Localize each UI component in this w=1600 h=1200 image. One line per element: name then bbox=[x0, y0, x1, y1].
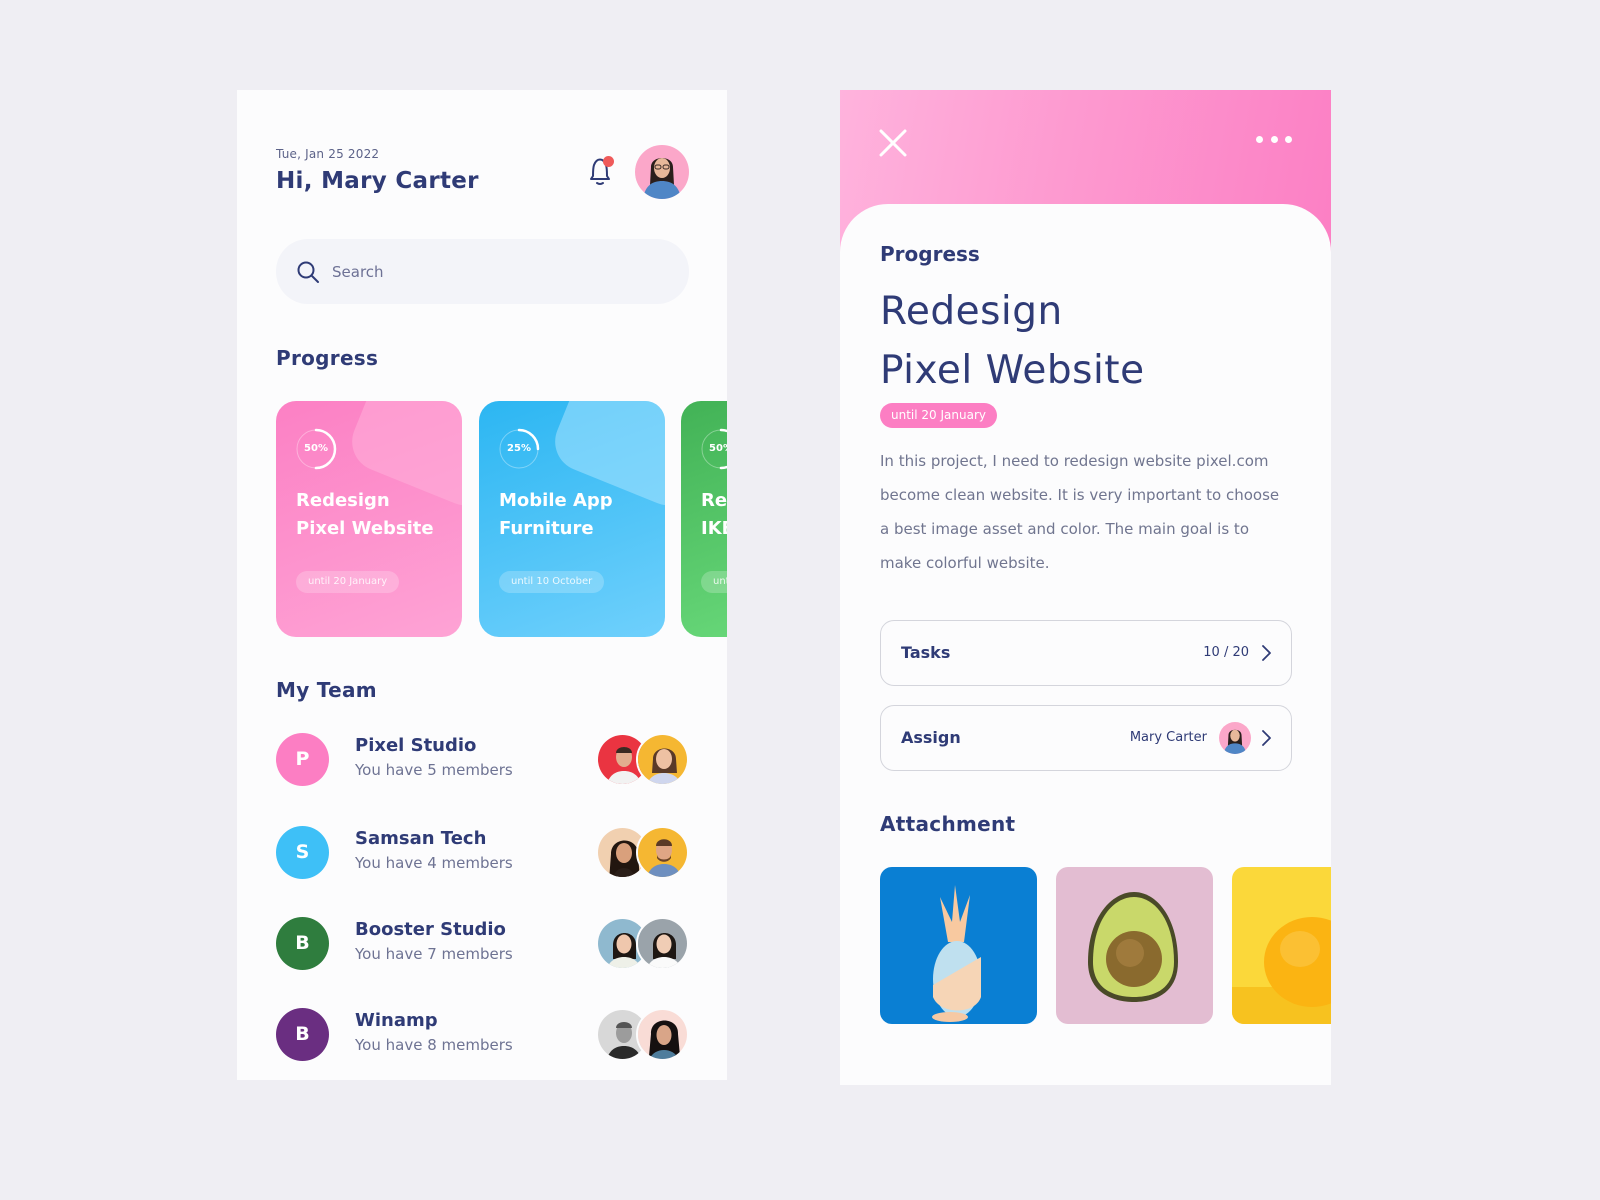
team-name: Winamp bbox=[355, 1010, 438, 1031]
team-member-avatars bbox=[596, 917, 689, 970]
progress-percent: 25% bbox=[507, 443, 531, 454]
progress-section-title: Progress bbox=[276, 346, 379, 370]
team-members-count: You have 5 members bbox=[355, 761, 513, 779]
current-date: Tue, Jan 25 2022 bbox=[276, 147, 380, 161]
avatar-woman-icon bbox=[635, 145, 689, 199]
attachment-lemon[interactable] bbox=[1232, 867, 1331, 1024]
team-initial-badge: B bbox=[276, 1008, 329, 1061]
user-avatar[interactable] bbox=[635, 145, 689, 199]
assign-row[interactable]: Assign Mary Carter bbox=[880, 705, 1292, 771]
team-item[interactable]: S Samsan Tech You have 4 members bbox=[276, 826, 689, 882]
due-badge: until bbox=[701, 571, 727, 593]
project-description: In this project, I need to redesign webs… bbox=[880, 452, 1280, 572]
team-member-avatars bbox=[596, 1008, 689, 1061]
due-badge: until 20 January bbox=[296, 571, 400, 593]
progress-percent: 50% bbox=[304, 443, 328, 454]
search-bar[interactable] bbox=[276, 239, 689, 304]
card-title: Mobile App Furniture bbox=[499, 490, 613, 539]
team-members-count: You have 7 members bbox=[355, 945, 513, 963]
close-icon bbox=[879, 129, 907, 157]
assignee-name: Mary Carter bbox=[1129, 730, 1207, 745]
team-initial-badge: S bbox=[276, 826, 329, 879]
team-name: Pixel Studio bbox=[355, 735, 477, 756]
team-item[interactable]: B Booster Studio You have 7 members bbox=[276, 917, 689, 973]
pineapple-image bbox=[880, 867, 1037, 1024]
tasks-count: 10 / 20 bbox=[1203, 645, 1249, 660]
more-dot bbox=[1270, 135, 1278, 143]
more-horizontal-icon bbox=[1256, 135, 1263, 143]
team-item[interactable]: P Pixel Studio You have 5 members bbox=[276, 733, 689, 789]
search-icon bbox=[297, 261, 319, 283]
search-input[interactable] bbox=[332, 262, 662, 281]
team-members-count: You have 4 members bbox=[355, 854, 513, 872]
home-screen: Tue, Jan 25 2022 Hi, Mary Carter Progres… bbox=[237, 90, 727, 1080]
team-member-avatars bbox=[596, 733, 689, 786]
more-dot bbox=[1285, 135, 1292, 143]
team-members-count: You have 8 members bbox=[355, 1036, 513, 1054]
greeting-title: Hi, Mary Carter bbox=[276, 168, 479, 194]
member-avatar bbox=[636, 1008, 689, 1061]
card-title: Redesign IKEA bbox=[701, 490, 727, 539]
team-initial-badge: P bbox=[276, 733, 329, 786]
assign-label: Assign bbox=[901, 728, 961, 747]
team-name: Booster Studio bbox=[355, 919, 506, 940]
team-name: Samsan Tech bbox=[355, 828, 487, 849]
progress-card[interactable]: 50% Redesign IKEA until bbox=[681, 401, 727, 637]
more-options-button[interactable] bbox=[1256, 132, 1292, 146]
card-title: Redesign Pixel Website bbox=[296, 490, 434, 539]
detail-section-label: Progress bbox=[880, 242, 980, 266]
lemon-image bbox=[1232, 867, 1331, 1024]
project-title: Redesign Pixel Website bbox=[880, 289, 1145, 393]
chevron-right-icon bbox=[1262, 645, 1271, 661]
team-member-avatars bbox=[596, 826, 689, 879]
attachment-pineapple[interactable] bbox=[880, 867, 1037, 1024]
progress-card[interactable]: 25% Mobile App Furniture until 10 Octobe… bbox=[479, 401, 665, 637]
attachment-avocado[interactable] bbox=[1056, 867, 1213, 1024]
attachment-section-title: Attachment bbox=[880, 812, 1016, 836]
avocado-image bbox=[1056, 867, 1213, 1024]
chevron-right-icon bbox=[1262, 730, 1271, 746]
notifications-button[interactable] bbox=[585, 154, 615, 188]
progress-carousel[interactable]: 50% Redesign Pixel Website until 20 Janu… bbox=[276, 401, 727, 637]
member-avatar bbox=[636, 917, 689, 970]
team-section-title: My Team bbox=[276, 678, 377, 702]
project-detail-screen: Progress Redesign Pixel Website until 20… bbox=[840, 90, 1331, 1085]
team-item[interactable]: B Winamp You have 8 members bbox=[276, 1008, 689, 1064]
close-button[interactable] bbox=[878, 128, 908, 158]
due-badge: until 20 January bbox=[880, 403, 997, 428]
member-avatar bbox=[636, 826, 689, 879]
tasks-row[interactable]: Tasks 10 / 20 bbox=[880, 620, 1292, 686]
due-badge: until 10 October bbox=[499, 571, 605, 593]
progress-percent: 50% bbox=[709, 443, 727, 454]
tasks-label: Tasks bbox=[901, 643, 951, 662]
team-initial-badge: B bbox=[276, 917, 329, 970]
member-avatar bbox=[636, 733, 689, 786]
progress-card[interactable]: 50% Redesign Pixel Website until 20 Janu… bbox=[276, 401, 462, 637]
assignee-avatar bbox=[1219, 722, 1251, 754]
notification-badge bbox=[603, 156, 614, 167]
